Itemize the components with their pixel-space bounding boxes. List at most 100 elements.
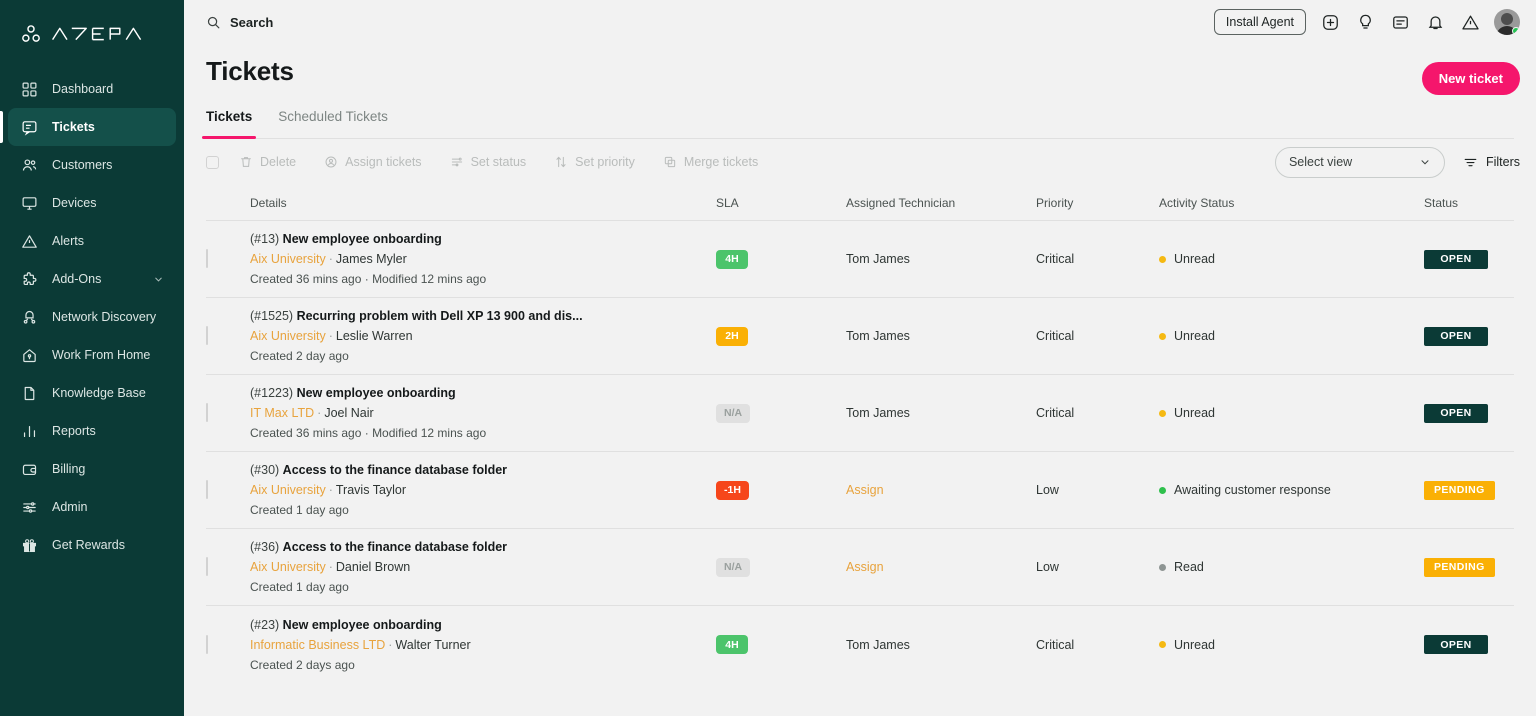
sidebar-item-label: Admin [52, 500, 87, 514]
row-checkbox[interactable] [206, 557, 208, 576]
ticket-timestamps: Created 36 mins ago · Modified 12 mins a… [250, 272, 716, 286]
merge-tickets-button[interactable]: Merge tickets [663, 155, 758, 169]
tab-scheduled-tickets[interactable]: Scheduled Tickets [278, 109, 388, 138]
row-checkbox-cell [206, 404, 250, 422]
sidebar-item-devices[interactable]: Devices [8, 184, 176, 222]
sla-badge: N/A [716, 558, 750, 577]
set-priority-button[interactable]: Set priority [554, 155, 635, 169]
customer-link[interactable]: Aix University [250, 252, 326, 266]
table-row[interactable]: (#1223) New employee onboarding IT Max LT… [206, 375, 1514, 452]
customer-link[interactable]: Aix University [250, 483, 326, 497]
sidebar-item-label: Dashboard [52, 82, 113, 96]
ticket-subject[interactable]: New employee onboarding [297, 386, 456, 400]
contact-name: Walter Turner [395, 638, 470, 652]
delete-label: Delete [260, 155, 296, 169]
set-status-button[interactable]: Set status [450, 155, 527, 169]
plus-circle-icon[interactable] [1319, 11, 1341, 33]
customer-link[interactable]: Aix University [250, 560, 326, 574]
ticket-customer-line: Informatic Business LTD·Walter Turner [250, 638, 716, 652]
ticket-id: (#36) [250, 540, 279, 554]
brand-logo[interactable] [0, 12, 184, 56]
ticket-subject[interactable]: Access to the finance database folder [283, 463, 507, 477]
assign-technician-link[interactable]: Assign [846, 560, 884, 574]
ticket-title-line: (#1223) New employee onboarding [250, 386, 716, 400]
row-checkbox[interactable] [206, 635, 208, 654]
sla-cell: 4H [716, 249, 846, 269]
sidebar-nav: Dashboard Tickets Customers Devices [0, 70, 184, 564]
activity-status-cell: Unread [1159, 329, 1424, 343]
assigned-technician-cell: Tom James [846, 404, 1036, 422]
select-all-checkbox[interactable] [206, 156, 219, 169]
column-header-activity-status: Activity Status [1159, 196, 1424, 210]
contact-name: Leslie Warren [336, 329, 413, 343]
sidebar-item-admin[interactable]: Admin [8, 488, 176, 526]
activity-status: Awaiting customer response [1159, 483, 1424, 497]
customer-link[interactable]: Aix University [250, 329, 326, 343]
activity-status-cell: Read [1159, 560, 1424, 574]
alert-triangle-icon[interactable] [1459, 11, 1481, 33]
table-row[interactable]: (#23) New employee onboarding Informatic … [206, 606, 1514, 683]
column-header-details: Details [250, 196, 716, 210]
row-checkbox-cell [206, 250, 250, 268]
sidebar-item-billing[interactable]: Billing [8, 450, 176, 488]
atera-logo-icon [20, 23, 42, 45]
ticket-id: (#30) [250, 463, 279, 477]
sidebar-item-customers[interactable]: Customers [8, 146, 176, 184]
sidebar-item-alerts[interactable]: Alerts [8, 222, 176, 260]
ticket-subject[interactable]: Recurring problem with Dell XP 13 900 an… [297, 309, 583, 323]
sidebar-item-knowledge-base[interactable]: Knowledge Base [8, 374, 176, 412]
activity-status-cell: Awaiting customer response [1159, 483, 1424, 497]
details-cell: (#13) New employee onboardingAix Univers… [250, 232, 716, 286]
ticket-subject[interactable]: New employee onboarding [283, 232, 442, 246]
bell-icon[interactable] [1424, 11, 1446, 33]
row-checkbox[interactable] [206, 326, 208, 345]
delete-button[interactable]: Delete [239, 155, 296, 169]
customer-link[interactable]: Informatic Business LTD [250, 638, 385, 652]
status-cell: PENDING [1424, 480, 1514, 500]
avatar[interactable] [1494, 9, 1520, 35]
technician-name: Tom James [846, 252, 910, 266]
ticket-id: (#23) [250, 618, 279, 632]
table-row[interactable]: (#1525) Recurring problem with Dell XP 1… [206, 298, 1514, 375]
row-checkbox[interactable] [206, 249, 208, 268]
assign-tickets-button[interactable]: Assign tickets [324, 155, 421, 169]
activity-status-label: Unread [1174, 252, 1215, 266]
table-row[interactable]: (#13) New employee onboardingAix Univers… [206, 221, 1514, 298]
atera-wordmark-icon [51, 26, 155, 42]
priority-value: Low [1036, 483, 1059, 497]
sla-badge: 4H [716, 635, 748, 654]
status-badge: OPEN [1424, 404, 1488, 423]
ticket-subject[interactable]: New employee onboarding [283, 618, 442, 632]
sidebar-item-dashboard[interactable]: Dashboard [8, 70, 176, 108]
tab-tickets[interactable]: Tickets [206, 109, 252, 138]
sidebar-item-add-ons[interactable]: Add-Ons [8, 260, 176, 298]
sidebar-item-network-discovery[interactable]: Network Discovery [8, 298, 176, 336]
search-input[interactable]: Search [206, 15, 273, 30]
table-row[interactable]: (#36) Access to the finance database fol… [206, 529, 1514, 606]
feed-icon[interactable] [1389, 11, 1411, 33]
sidebar-item-work-from-home[interactable]: Work From Home [8, 336, 176, 374]
assign-technician-link[interactable]: Assign [846, 483, 884, 497]
tickets-table: Details SLA Assigned Technician Priority… [184, 185, 1536, 683]
ticket-customer-line: Aix University·James Myler [250, 252, 716, 266]
status-badge: PENDING [1424, 558, 1495, 577]
row-checkbox[interactable] [206, 480, 208, 499]
filters-button[interactable]: Filters [1463, 155, 1520, 170]
sidebar-item-label: Tickets [52, 120, 95, 134]
sidebar-item-tickets[interactable]: Tickets [8, 108, 176, 146]
sidebar-item-get-rewards[interactable]: Get Rewards [8, 526, 176, 564]
activity-status-dot [1159, 410, 1166, 417]
sla-cell: 4H [716, 635, 846, 655]
ticket-subject[interactable]: Access to the finance database folder [283, 540, 507, 554]
sidebar-item-reports[interactable]: Reports [8, 412, 176, 450]
select-view-dropdown[interactable]: Select view [1275, 147, 1445, 178]
status-cell: PENDING [1424, 557, 1514, 577]
row-checkbox[interactable] [206, 403, 208, 422]
ticket-customer-line: IT Max LTD·Joel Nair [250, 406, 716, 420]
table-row[interactable]: (#30) Access to the finance database fol… [206, 452, 1514, 529]
customer-link[interactable]: IT Max LTD [250, 406, 314, 420]
lightbulb-icon[interactable] [1354, 11, 1376, 33]
activity-status-cell: Unread [1159, 252, 1424, 266]
install-agent-button[interactable]: Install Agent [1214, 9, 1306, 35]
column-header-assigned-technician: Assigned Technician [846, 196, 1036, 210]
